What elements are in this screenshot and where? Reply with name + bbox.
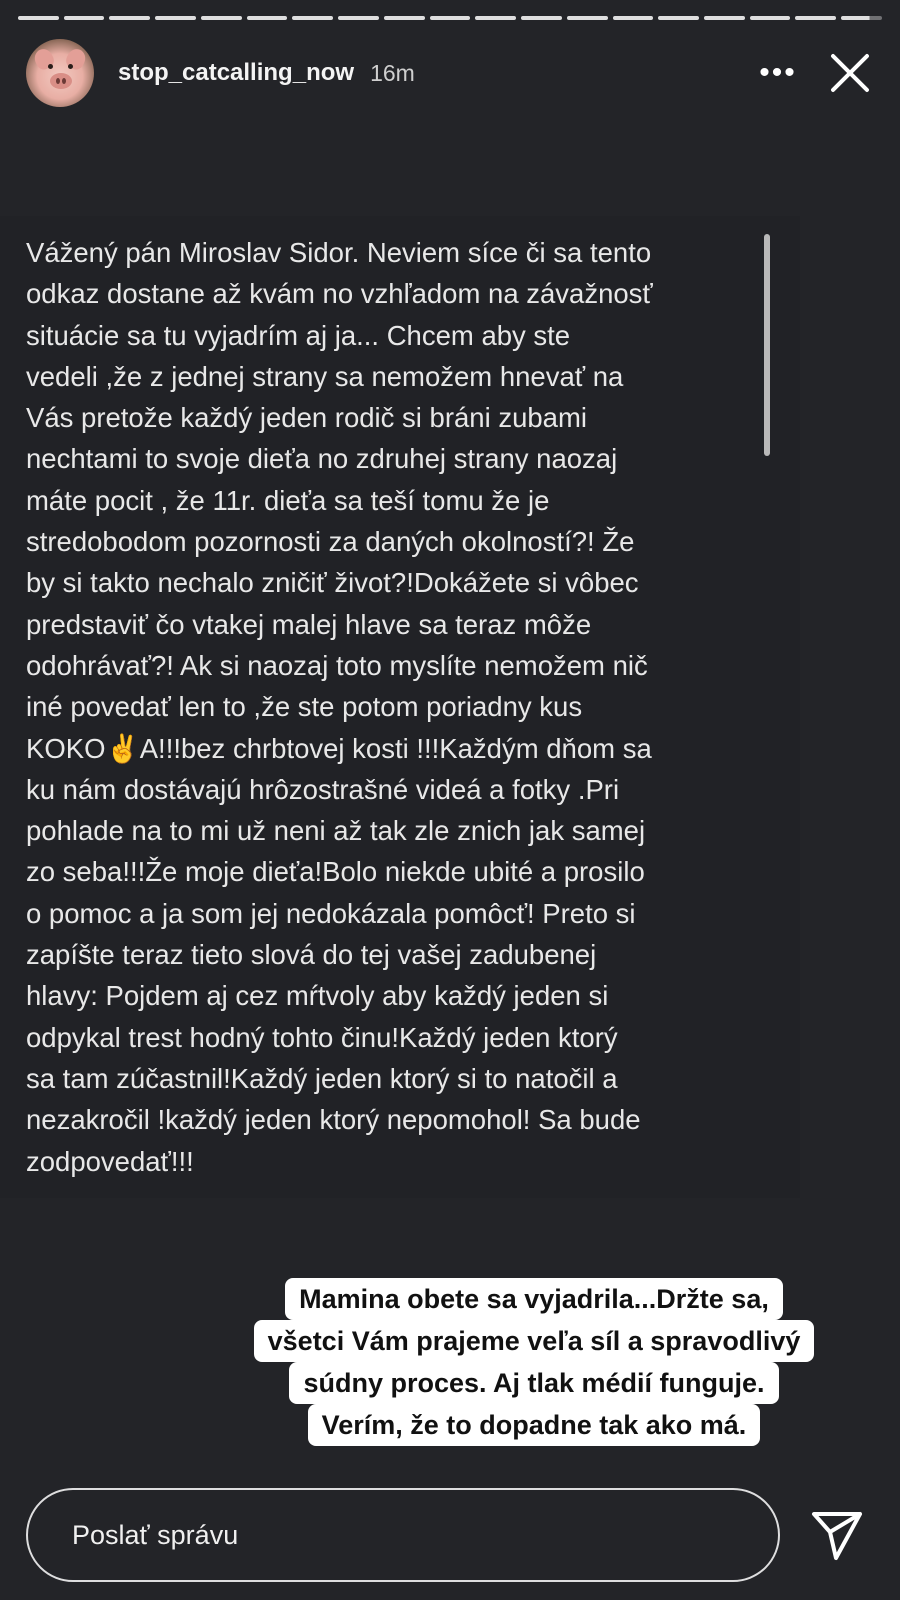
- post-time: 16m: [370, 59, 415, 86]
- progress-segment: [338, 16, 379, 20]
- progress-segment: [200, 16, 242, 20]
- progress-segment: [292, 16, 334, 20]
- progress-segment: [429, 16, 471, 20]
- progress-segment: [749, 16, 791, 20]
- caption-line: Mamina obete sa vyjadrila...Držte sa,: [285, 1278, 783, 1320]
- letter-line: zapíšte teraz tieto slová do tej vašej z…: [26, 939, 597, 971]
- letter-line: odohrávať?! Ak si naozaj toto myslíte ne…: [26, 649, 648, 681]
- letter-line: pohlade na to mi už neni až tak zle znic…: [26, 815, 646, 847]
- letter-line: by si takto nechalo zničiť život?!Dokáže…: [26, 567, 639, 599]
- username[interactable]: stop_catcalling_now: [118, 59, 354, 87]
- letter-line: nechtami to svoje dieťa no zdruhej stran…: [26, 443, 618, 475]
- send-icon[interactable]: [808, 1506, 866, 1564]
- story-progress-bar: [18, 16, 882, 20]
- story-header: stop_catcalling_now 16m •••: [26, 39, 874, 107]
- letter-line: zodpovedať!!!: [26, 1145, 194, 1177]
- letter-line: iné povedať len to ,že ste potom poriadn…: [26, 691, 583, 723]
- letter-scrollbar: [764, 234, 770, 456]
- more-icon[interactable]: •••: [758, 53, 798, 93]
- caption-line: Verím, že to dopadne tak ako má.: [307, 1404, 761, 1446]
- letter-line: o pomoc a ja som jej nedokázala pomôcť! …: [26, 897, 636, 929]
- letter-text: Vážený pán Miroslav Sidor. Neviem síce č…: [26, 232, 756, 1182]
- send-message-placeholder: Poslať správu: [72, 1519, 239, 1550]
- send-message-field[interactable]: Poslať správu: [26, 1488, 780, 1582]
- progress-segment: [475, 16, 517, 20]
- letter-line: Vážený pán Miroslav Sidor. Neviem síce č…: [26, 237, 652, 268]
- progress-segment: [109, 16, 151, 20]
- story-caption: Mamina obete sa vyjadrila...Držte sa, vše…: [194, 1278, 874, 1446]
- progress-segment: [658, 16, 700, 20]
- progress-segment: [246, 16, 288, 20]
- letter-line: nezakročil !každý jeden ktorý nepomohol!…: [26, 1104, 641, 1136]
- progress-segment: [383, 16, 425, 20]
- close-icon[interactable]: [826, 49, 874, 97]
- letter-line: odkaz dostane až kvám no vzhľadom na záv…: [26, 278, 653, 310]
- caption-line: všetci Vám prajeme veľa síl a spravodliv…: [253, 1320, 815, 1362]
- letter-line: situácie sa tu vyjadrím aj ja... Chcem a…: [26, 319, 571, 351]
- letter-line: máte pocit , že 11r. dieťa sa teší tomu …: [26, 484, 550, 516]
- letter-line: hlavy: Pojdem aj cez mŕtvoly aby každý j…: [26, 980, 609, 1012]
- caption-line: súdny proces. Aj tlak médií funguje.: [289, 1362, 779, 1404]
- letter-line: ku nám dostávajú hrôzostrašné videá a fo…: [26, 773, 620, 805]
- letter-line: stredobodom pozornosti za daných okolnos…: [26, 526, 635, 558]
- progress-segment: [612, 16, 654, 20]
- letter-line: Vás pretože každý jeden rodič si bráni z…: [26, 402, 587, 434]
- progress-segment: [521, 16, 562, 20]
- progress-segment: [63, 16, 105, 20]
- progress-segment: [155, 16, 196, 20]
- letter-line: zo seba!!!Že moje dieťa!Bolo niekde ubit…: [26, 856, 645, 888]
- letter-line: odpykal trest hodný tohto činu!Každý jed…: [26, 1021, 618, 1053]
- pig-avatar[interactable]: [26, 39, 94, 107]
- letter-line: sa tam zúčastnil!Každý jeden ktorý si to…: [26, 1062, 618, 1094]
- letter-line: vedeli ,že z jednej strany sa nemožem hn…: [26, 360, 624, 392]
- progress-segment: [795, 16, 837, 20]
- letter-screenshot: Vážený pán Miroslav Sidor. Neviem síce č…: [0, 216, 800, 1198]
- progress-segment: [18, 16, 59, 20]
- letter-line: predstaviť čo vtakej malej hlave sa tera…: [26, 608, 592, 640]
- progress-segment: [841, 16, 882, 20]
- letter-line: KOKO✌️A!!!bez chrbtovej kosti !!!Každým …: [26, 732, 652, 764]
- progress-segment: [704, 16, 745, 20]
- progress-segment: [566, 16, 608, 20]
